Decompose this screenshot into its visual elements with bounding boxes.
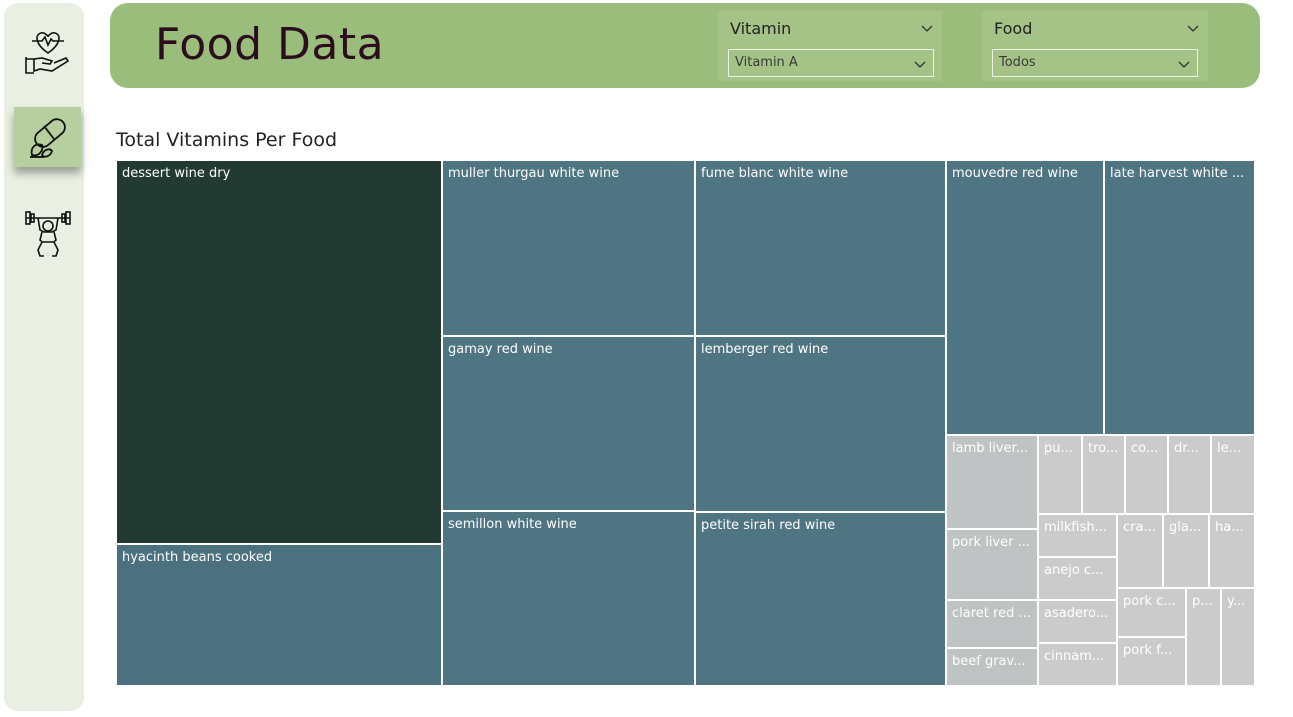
treemap-chart: dessert wine dry hyacinth beans cooked mul… [116,160,1255,686]
treemap-tile[interactable]: claret red ... [946,600,1038,648]
treemap-tile-label: late harvest white ... [1110,166,1245,181]
treemap-tile-label: pork f... [1123,643,1173,658]
treemap-tile[interactable]: asadero... [1038,600,1117,643]
treemap-tile[interactable]: dr... [1168,435,1211,514]
treemap-tile-label: dessert wine dry [122,166,231,181]
visual-title: Total Vitamins Per Food [116,129,338,151]
treemap-tile[interactable]: fume blanc white wine [695,160,946,336]
treemap-tile[interactable]: co... [1125,435,1168,514]
vitamin-select-value: Vitamin A [735,55,798,70]
treemap-tile[interactable]: semillon white wine [442,511,695,686]
treemap-tile-label: y... [1227,594,1246,609]
treemap-tile-label: muller thurgau white wine [448,166,620,181]
treemap-tile-label: lamb liver... [952,441,1029,456]
treemap-tile-label: ha... [1215,520,1244,535]
chevron-down-icon[interactable] [1186,21,1200,35]
food-select-value: Todos [999,55,1036,70]
treemap-tile[interactable]: mouvedre red wine [946,160,1104,435]
treemap-tile-label: milkfish... [1044,520,1108,535]
treemap-tile-label: asadero... [1044,606,1109,621]
treemap-tile[interactable]: cra... [1117,514,1163,588]
treemap-tile[interactable]: pork f... [1117,637,1186,686]
page-title: Food Data [155,19,385,70]
treemap-tile[interactable]: muller thurgau white wine [442,160,695,336]
weightlifter-icon [24,211,71,257]
chevron-down-icon [914,61,926,68]
header-banner: Food Data Vitamin Vitamin A Food Todos [110,3,1260,88]
treemap-tile-label: dr... [1174,441,1199,456]
nav-exercise-button[interactable] [14,202,81,262]
treemap-tile-label: pu... [1044,441,1073,456]
treemap-tile[interactable]: cinnam... [1038,643,1117,686]
treemap-tile[interactable]: milkfish... [1038,514,1117,557]
treemap-tile-label: pork liver ... [952,535,1030,550]
treemap-tile-label: semillon white wine [448,517,577,532]
chevron-down-icon[interactable] [920,21,934,35]
treemap-tile[interactable]: dessert wine dry [116,160,442,544]
treemap-tile-label: mouvedre red wine [952,166,1078,181]
treemap-tile[interactable]: p... [1186,588,1221,686]
treemap-tile-label: cra... [1123,520,1156,535]
treemap-tile[interactable]: beef grav... [946,648,1038,686]
treemap-tile-label: cinnam... [1044,649,1105,664]
chevron-down-icon [1178,61,1190,68]
treemap-tile-label: gla... [1169,520,1202,535]
treemap-tile-label: beef grav... [952,654,1026,669]
treemap-tile-label: pork c... [1123,594,1176,609]
treemap-tile[interactable]: anejo c... [1038,557,1117,600]
treemap-tile[interactable]: pork c... [1117,588,1186,637]
vitamin-slicer: Vitamin Vitamin A [718,11,942,81]
treemap-tile-label: lemberger red wine [701,342,829,357]
vitamin-select[interactable]: Vitamin A [728,49,934,77]
treemap-tile[interactable]: hyacinth beans cooked [116,544,442,686]
food-slicer: Food Todos [982,11,1208,81]
treemap-tile[interactable]: pork liver ... [946,529,1038,600]
treemap-tile-label: gamay red wine [448,342,553,357]
treemap-tile[interactable]: pu... [1038,435,1082,514]
treemap-tile-label: petite sirah red wine [701,518,836,533]
treemap-tile-label: hyacinth beans cooked [122,550,273,565]
treemap-tile-label: tro... [1088,441,1119,456]
treemap-tile[interactable]: y... [1221,588,1255,686]
nav-health-button[interactable] [14,21,81,81]
treemap-tile[interactable]: late harvest white ... [1104,160,1255,435]
food-select[interactable]: Todos [992,49,1198,77]
treemap-tile-label: claret red ... [952,606,1031,621]
treemap-tile[interactable]: gamay red wine [442,336,695,511]
treemap-tile-label: le... [1217,441,1242,456]
treemap-tile-label: fume blanc white wine [701,166,849,181]
treemap-tile-label: p... [1192,594,1213,609]
treemap-tile[interactable]: lamb liver... [946,435,1038,529]
heart-hand-icon [24,32,69,74]
sidebar [4,3,84,711]
treemap-tile[interactable]: gla... [1163,514,1209,588]
treemap-tile[interactable]: petite sirah red wine [695,512,946,686]
capsule-leaf-icon [29,118,66,158]
nav-vitamins-button[interactable] [14,107,81,167]
treemap-tile[interactable]: le... [1211,435,1255,514]
treemap-tile[interactable]: tro... [1082,435,1125,514]
vitamin-slicer-label: Vitamin [730,19,792,38]
treemap-tile[interactable]: lemberger red wine [695,336,946,512]
food-slicer-label: Food [994,19,1033,38]
treemap-tile[interactable]: ha... [1209,514,1255,588]
treemap-tile-label: anejo c... [1044,563,1104,578]
treemap-tile-label: co... [1131,441,1159,456]
